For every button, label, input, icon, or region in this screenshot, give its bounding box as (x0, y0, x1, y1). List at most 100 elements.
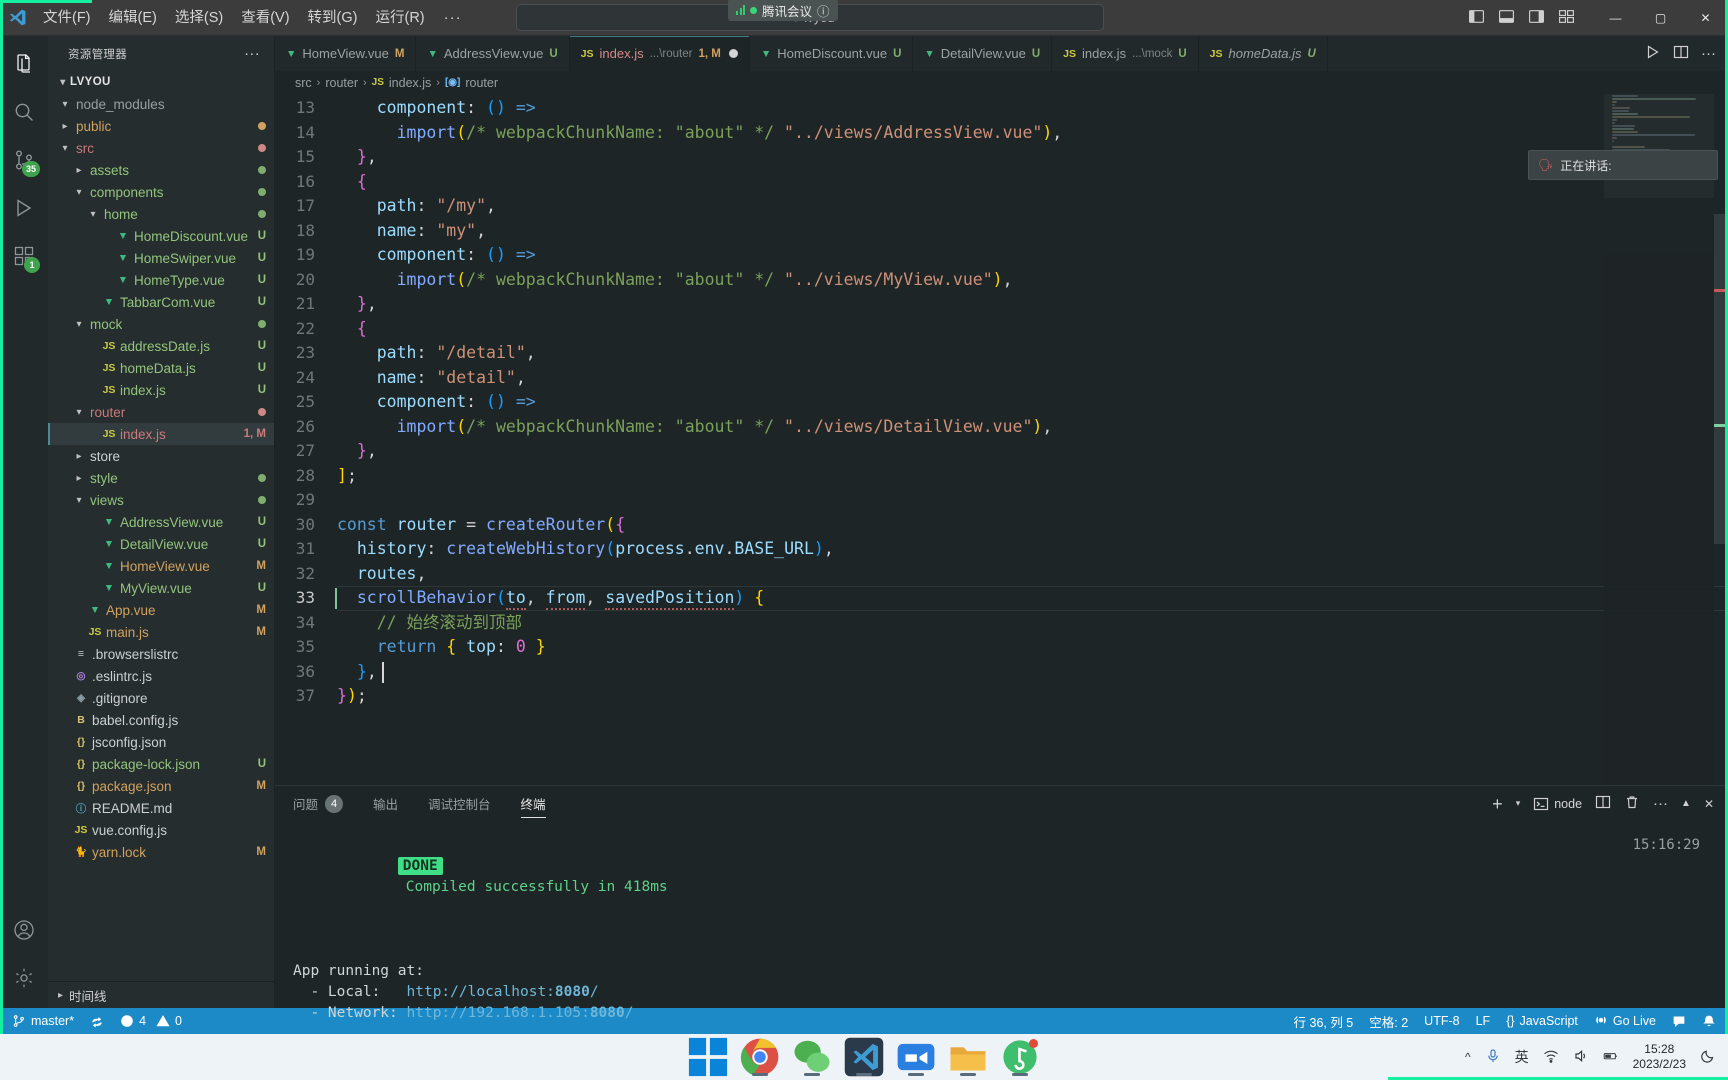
tree-item-babel-config-js[interactable]: Bbabel.config.js (48, 709, 274, 731)
panel-tab-terminal[interactable]: 终端 (520, 786, 546, 821)
battery-icon[interactable] (1603, 1048, 1619, 1067)
code-line-37[interactable]: 37}); (275, 684, 1728, 709)
terminal-output[interactable]: 15:16:29 DONE Compiled successfully in 4… (275, 821, 1728, 1024)
minimap-viewport[interactable] (1604, 94, 1714, 198)
minimap[interactable] (1604, 94, 1714, 785)
breadcrumb-file[interactable]: index.js (389, 76, 431, 90)
notification-center-icon[interactable] (1700, 1048, 1716, 1067)
activity-search[interactable] (0, 88, 48, 136)
breadcrumb-src[interactable]: src (295, 76, 312, 90)
code-line-18[interactable]: 18 name: "my", (275, 219, 1728, 244)
wechat-icon[interactable] (791, 1036, 833, 1078)
ime-indicator[interactable]: 英 (1515, 1047, 1529, 1067)
code-line-22[interactable]: 22 { (275, 317, 1728, 342)
menu-edit[interactable]: 编辑(E) (100, 5, 166, 31)
tree-item-yarn-lock[interactable]: 🐈 yarn.lock M (48, 841, 274, 863)
kill-terminal-icon[interactable] (1624, 794, 1640, 813)
tree-item-index-js[interactable]: JS index.js 1, M (48, 423, 274, 445)
code-line-15[interactable]: 15 }, (275, 145, 1728, 170)
menu-file[interactable]: 文件(F) (34, 5, 100, 31)
local-url-pre[interactable]: http://localhost: (407, 984, 555, 1000)
toggle-panel-icon[interactable] (1498, 8, 1515, 28)
code-line-17[interactable]: 17 path: "/my", (275, 194, 1728, 219)
tree-item-store[interactable]: ▸ store (48, 445, 274, 467)
tree-item-readme-md[interactable]: ⓘ README.md (48, 797, 274, 819)
code-line-13[interactable]: 13 component: () => (275, 96, 1728, 121)
maximize-button[interactable]: ▢ (1638, 0, 1683, 35)
breadcrumb-router[interactable]: router (325, 76, 358, 90)
menu-run[interactable]: 运行(R) (366, 5, 433, 31)
activity-run-debug[interactable] (0, 184, 48, 232)
tree-item-package-lock-json[interactable]: {} package-lock.json U (48, 753, 274, 775)
run-code-icon[interactable] (1645, 44, 1661, 63)
new-terminal-icon[interactable]: + (1492, 795, 1503, 813)
menu-go[interactable]: 转到(G) (299, 5, 367, 31)
volume-icon[interactable] (1573, 1048, 1589, 1067)
code-line-26[interactable]: 26 import(/* webpackChunkName: "about" *… (275, 415, 1728, 440)
code-line-24[interactable]: 24 name: "detail", (275, 366, 1728, 391)
chevron-down-icon[interactable]: ▾ (1516, 798, 1521, 809)
tree-item--eslintrc-js[interactable]: ◎ .eslintrc.js (48, 665, 274, 687)
code-line-32[interactable]: 32 routes, (275, 562, 1728, 587)
tree-item-app-vue[interactable]: ▼ App.vue M (48, 599, 274, 621)
menu-selection[interactable]: 选择(S) (166, 5, 232, 31)
network-url-pre[interactable]: http://192.168.1.105: (407, 1005, 590, 1021)
code-line-31[interactable]: 31 history: createWebHistory(process.env… (275, 537, 1728, 562)
code-line-19[interactable]: 19 component: () => (275, 243, 1728, 268)
activity-accounts[interactable] (0, 906, 48, 954)
code-line-33[interactable]: 33 scrollBehavior(to, from, savedPositio… (275, 586, 1728, 611)
tencent-meeting-overlay[interactable]: 腾讯会议 ⓘ (728, 0, 838, 21)
tree-item-home[interactable]: ▾ home (48, 203, 274, 225)
sidebar-more-icon[interactable]: ··· (244, 45, 268, 62)
code-line-27[interactable]: 27 }, (275, 439, 1728, 464)
editor-tab-homeview-vue-0[interactable]: ▼ HomeView.vue M (275, 36, 417, 71)
timeline-section[interactable]: ▸ 时间线 (48, 981, 274, 1008)
code-line-16[interactable]: 16 { (275, 170, 1728, 195)
tab-dirty-indicator-icon[interactable] (728, 49, 738, 58)
tencent-meeting-icon[interactable] (895, 1036, 937, 1078)
status-problems[interactable]: 4 0 (112, 1008, 190, 1034)
tree-item-package-json[interactable]: {} package.json M (48, 775, 274, 797)
activity-settings[interactable] (0, 954, 48, 1002)
editor-more-icon[interactable]: ··· (1701, 46, 1716, 61)
minimize-button[interactable]: — (1593, 0, 1638, 35)
vscode-icon[interactable] (843, 1036, 885, 1078)
editor-tab-addressview-vue-1[interactable]: ▼ AddressView.vue U (416, 36, 570, 71)
tree-item-style[interactable]: ▸ style (48, 467, 274, 489)
editor-tab-homediscount-vue-3[interactable]: ▼ HomeDiscount.vue U (749, 36, 914, 71)
tree-root-lvyou[interactable]: ▾ LVYOU (48, 71, 274, 93)
tree-item-addressview-vue[interactable]: ▼ AddressView.vue U (48, 511, 274, 533)
tree-item-vue-config-js[interactable]: JS vue.config.js (48, 819, 274, 841)
customize-layout-icon[interactable] (1558, 8, 1575, 28)
tree-item--gitignore[interactable]: ◈ .gitignore (48, 687, 274, 709)
tree-item-router[interactable]: ▾ router (48, 401, 274, 423)
start-button-icon[interactable] (687, 1036, 729, 1078)
tree-item--browserslistrc[interactable]: ≡ .browserslistrc (48, 643, 274, 665)
menu-view[interactable]: 查看(V) (232, 5, 298, 31)
show-hidden-icons-icon[interactable]: ^ (1465, 1050, 1471, 1064)
tree-item-node-modules[interactable]: ▾ node_modules (48, 93, 274, 115)
tree-item-assets[interactable]: ▸ assets (48, 159, 274, 181)
toggle-secondary-sidebar-icon[interactable] (1528, 8, 1545, 28)
menu-more-icon[interactable]: ··· (434, 9, 472, 26)
close-button[interactable]: ✕ (1683, 0, 1728, 35)
music-app-icon[interactable] (999, 1036, 1041, 1078)
tree-item-src[interactable]: ▾ src (48, 137, 274, 159)
panel-more-icon[interactable]: ··· (1653, 796, 1668, 811)
tree-item-addressdate-js[interactable]: JS addressDate.js U (48, 335, 274, 357)
tree-item-public[interactable]: ▸ public (48, 115, 274, 137)
code-line-23[interactable]: 23 path: "/detail", (275, 341, 1728, 366)
status-branch[interactable]: master* (4, 1008, 82, 1034)
tree-item-homeview-vue[interactable]: ▼ HomeView.vue M (48, 555, 274, 577)
taskbar-clock[interactable]: 15:28 2023/2/23 (1633, 1042, 1686, 1072)
chrome-icon[interactable] (739, 1036, 781, 1078)
code-line-20[interactable]: 20 import(/* webpackChunkName: "about" *… (275, 268, 1728, 293)
activity-source-control[interactable]: 35 (0, 136, 48, 184)
tree-item-homediscount-vue[interactable]: ▼ HomeDiscount.vue U (48, 225, 274, 247)
code-line-21[interactable]: 21 }, (275, 292, 1728, 317)
terminal-selector[interactable]: node (1533, 796, 1582, 812)
status-sync[interactable] (82, 1008, 112, 1034)
split-terminal-icon[interactable] (1595, 794, 1611, 813)
file-explorer-icon[interactable] (947, 1036, 989, 1078)
tree-item-homeswiper-vue[interactable]: ▼ HomeSwiper.vue U (48, 247, 274, 269)
